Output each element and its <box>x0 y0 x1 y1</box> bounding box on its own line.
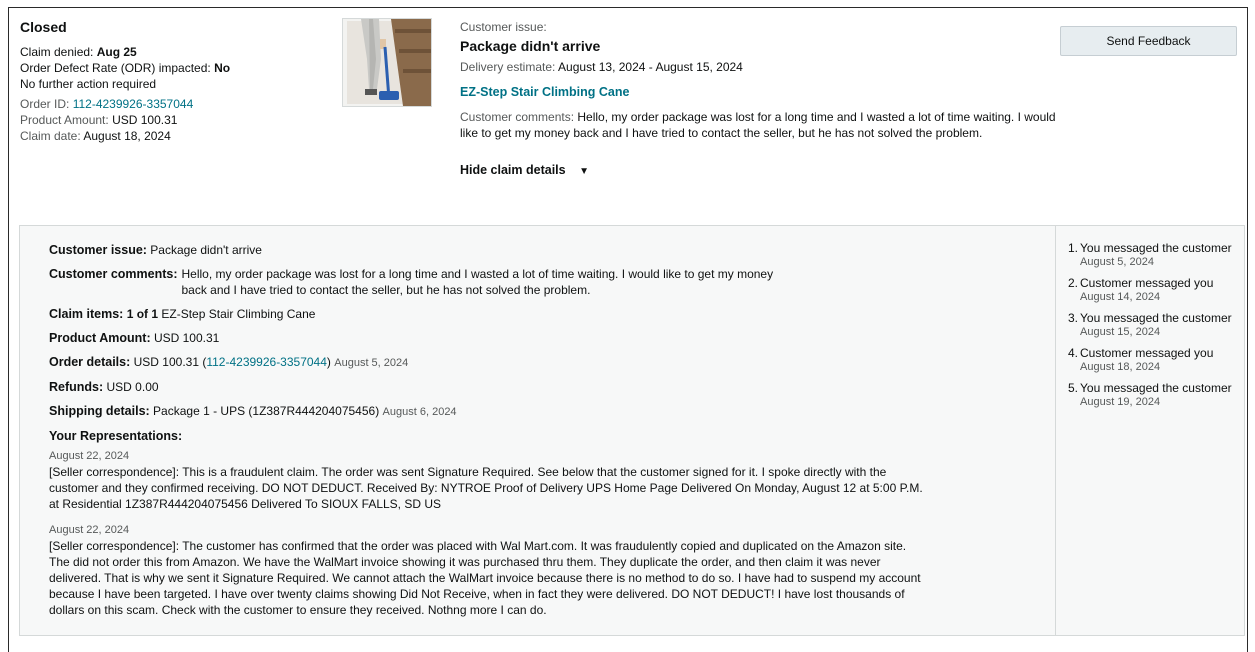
product-thumbnail[interactable] <box>342 18 432 107</box>
odr-label: Order Defect Rate (ODR) impacted: <box>20 61 211 75</box>
claim-denied-label: Claim denied: <box>20 45 94 59</box>
details-order-paren-close: ) <box>326 355 331 369</box>
odr-row: Order Defect Rate (ODR) impacted: No <box>20 60 330 76</box>
odr-value: No <box>214 61 231 75</box>
timeline-number: 2. <box>1068 276 1079 290</box>
details-shipping-label: Shipping details: <box>49 404 150 418</box>
timeline-date: August 14, 2024 <box>1080 291 1161 303</box>
timeline-entry: Customer messaged you August 18, 2024 <box>1080 345 1213 374</box>
details-refunds-row: Refunds: USD 0.00 <box>49 379 929 395</box>
timeline-entry: You messaged the customer August 19, 202… <box>1080 380 1232 409</box>
details-items-row: Claim items: 1 of 1 EZ-Step Stair Climbi… <box>49 306 929 322</box>
timeline-date: August 19, 2024 <box>1080 396 1161 408</box>
timeline-number: 4. <box>1068 346 1079 360</box>
customer-comments-label: Customer comments: <box>460 110 575 124</box>
timeline-date: August 18, 2024 <box>1080 361 1161 373</box>
product-image <box>343 19 431 106</box>
order-id-row: Order ID: 112-4239926-3357044 <box>20 96 330 112</box>
representation-date: August 22, 2024 <box>49 450 130 462</box>
claim-details-panel: Customer issue: Package didn't arrive Cu… <box>19 225 1245 636</box>
details-shipping-date: August 6, 2024 <box>382 406 457 418</box>
product-amount-row: Product Amount: USD 100.31 <box>20 112 330 128</box>
details-order-id-link[interactable]: 112-4239926-3357044 <box>206 355 327 369</box>
timeline-event: You messaged the customer <box>1080 381 1232 395</box>
claim-status-column: Closed Claim denied: Aug 25 Order Defect… <box>20 18 330 144</box>
caret-down-icon: ▼ <box>579 166 589 177</box>
timeline-date: August 5, 2024 <box>1080 256 1155 268</box>
timeline-number: 3. <box>1068 311 1079 325</box>
timeline-item: 3. You messaged the customer August 15, … <box>1068 310 1236 339</box>
details-order-row: Order details: USD 100.31 (112-4239926-3… <box>49 354 929 371</box>
details-items-value: EZ-Step Stair Climbing Cane <box>161 307 316 321</box>
details-amount-row: Product Amount: USD 100.31 <box>49 330 929 346</box>
details-amount-value: USD 100.31 <box>153 331 220 345</box>
details-amount-label: Product Amount: <box>49 331 151 345</box>
timeline-item: 5. You messaged the customer August 19, … <box>1068 380 1236 409</box>
details-issue-label: Customer issue: <box>49 243 147 257</box>
claim-status: Closed <box>20 19 67 35</box>
timeline-number: 1. <box>1068 241 1079 255</box>
representation-text: [Seller correspondence]: The customer ha… <box>49 539 921 617</box>
representation-item: August 22, 2024 [Seller correspondence]:… <box>49 522 929 618</box>
timeline-entry: You messaged the customer August 5, 2024 <box>1080 240 1232 269</box>
representation-date: August 22, 2024 <box>49 524 130 536</box>
timeline-list: 1. You messaged the customer August 5, 2… <box>1068 240 1236 409</box>
delivery-estimate-label: Delivery estimate: <box>460 60 556 74</box>
timeline-date: August 15, 2024 <box>1080 326 1161 338</box>
product-name-link[interactable]: EZ-Step Stair Climbing Cane <box>460 84 1060 100</box>
details-issue-value: Package didn't arrive <box>150 243 262 257</box>
message-timeline: 1. You messaged the customer August 5, 2… <box>1055 226 1244 635</box>
delivery-estimate-value: August 13, 2024 - August 15, 2024 <box>558 60 743 74</box>
claim-card: Closed Claim denied: Aug 25 Order Defect… <box>8 7 1248 652</box>
details-refunds-label: Refunds: <box>49 380 104 394</box>
claim-details: Customer issue: Package didn't arrive Cu… <box>49 242 929 628</box>
claim-date-row: Claim date: August 18, 2024 <box>20 128 330 144</box>
timeline-entry: You messaged the customer August 15, 202… <box>1080 310 1232 339</box>
timeline-item: 2. Customer messaged you August 14, 2024 <box>1068 275 1236 304</box>
claim-denied-row: Claim denied: Aug 25 <box>20 44 330 60</box>
customer-comments: Customer comments: Hello, my order packa… <box>460 109 1060 141</box>
timeline-event: You messaged the customer <box>1080 311 1232 325</box>
issue-section-label: Customer issue: <box>460 20 547 34</box>
claim-date-value: August 18, 2024 <box>83 129 171 143</box>
product-amount-value: USD 100.31 <box>112 113 178 127</box>
claim-summary: Closed Claim denied: Aug 25 Order Defect… <box>9 8 1247 218</box>
action-note: No further action required <box>20 77 157 91</box>
issue-title: Package didn't arrive <box>460 38 601 54</box>
details-items-label: Claim items: <box>49 307 124 321</box>
product-amount-label: Product Amount: <box>20 113 109 127</box>
details-comments-label: Customer comments: <box>49 267 178 281</box>
timeline-entry: Customer messaged you August 14, 2024 <box>1080 275 1213 304</box>
representation-item: August 22, 2024 [Seller correspondence]:… <box>49 448 929 512</box>
order-id-link[interactable]: 112-4239926-3357044 <box>73 97 194 111</box>
delivery-estimate-row: Delivery estimate: August 13, 2024 - Aug… <box>460 59 1060 75</box>
details-order-label: Order details: <box>49 355 131 369</box>
timeline-item: 1. You messaged the customer August 5, 2… <box>1068 240 1236 269</box>
timeline-event: Customer messaged you <box>1080 276 1214 290</box>
details-order-date: August 5, 2024 <box>334 357 409 369</box>
claim-date-label: Claim date: <box>20 129 81 143</box>
representations-heading: Your Representations: <box>49 429 183 443</box>
hide-claim-details-toggle[interactable]: Hide claim details ▼ <box>460 162 589 180</box>
issue-column: Customer issue: Package didn't arrive De… <box>460 19 1060 180</box>
send-feedback-button[interactable]: Send Feedback <box>1060 26 1237 56</box>
details-issue-row: Customer issue: Package didn't arrive <box>49 242 929 258</box>
details-comments-row: Customer comments: Hello, my order packa… <box>49 266 929 298</box>
order-id-label: Order ID: <box>20 97 70 111</box>
details-items-count: 1 of 1 <box>126 307 159 321</box>
timeline-event: You messaged the customer <box>1080 241 1232 255</box>
timeline-number: 5. <box>1068 381 1079 395</box>
timeline-item: 4. Customer messaged you August 18, 2024 <box>1068 345 1236 374</box>
details-refunds-value: USD 0.00 <box>106 380 159 394</box>
timeline-event: Customer messaged you <box>1080 346 1214 360</box>
details-order-amount: USD 100.31 <box>133 355 199 369</box>
claim-denied-value: Aug 25 <box>96 45 137 59</box>
details-shipping-row: Shipping details: Package 1 - UPS (1Z387… <box>49 403 929 420</box>
details-shipping-value: Package 1 - UPS (1Z387R444204075456) <box>153 404 380 418</box>
representation-text: [Seller correspondence]: This is a fraud… <box>49 465 923 511</box>
hide-claim-details-label: Hide claim details <box>460 163 566 177</box>
details-comments-value: Hello, my order package was lost for a l… <box>181 267 774 297</box>
